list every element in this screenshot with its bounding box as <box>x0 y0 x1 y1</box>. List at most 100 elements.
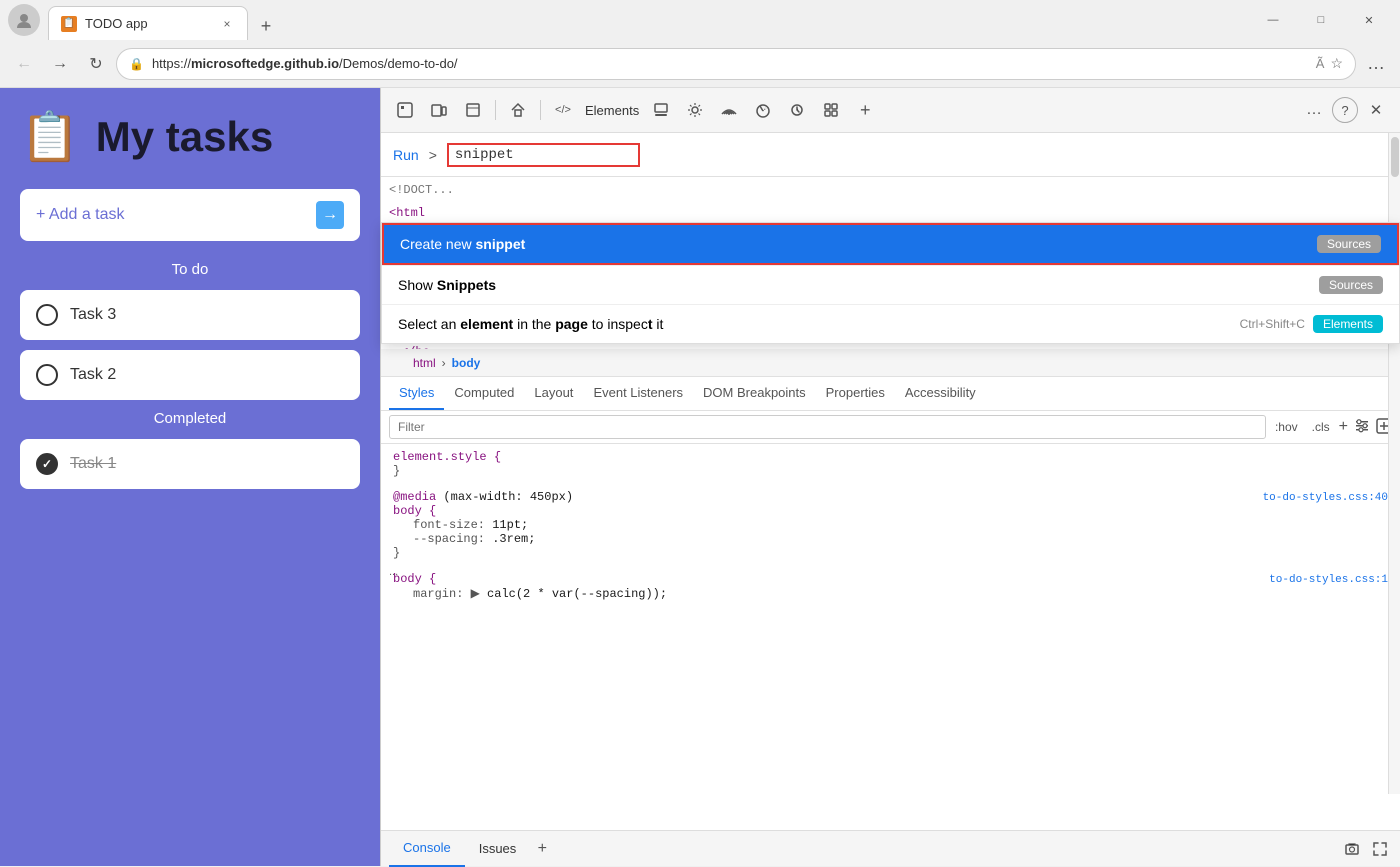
browser-tab-active[interactable]: 📋 TODO app × <box>48 6 248 40</box>
application-button[interactable] <box>815 94 847 126</box>
styles-area: ... html › body Styles Computed Layout E… <box>381 349 1400 794</box>
todo-app-title: My tasks <box>96 113 273 161</box>
computed-tab[interactable]: Computed <box>444 377 524 410</box>
breadcrumb-body[interactable]: body <box>452 356 481 370</box>
run-prompt: > <box>429 147 437 163</box>
css-triangle[interactable]: ▶ <box>471 587 487 601</box>
inspect-element-button[interactable] <box>389 94 421 126</box>
performance-button[interactable] <box>747 94 779 126</box>
forward-button[interactable]: → <box>44 48 76 80</box>
elements-tab-label[interactable]: Elements <box>581 103 643 118</box>
breadcrumb-html[interactable]: html <box>413 356 436 370</box>
todo-app-icon: 📋 <box>20 108 80 165</box>
elements-panel-button[interactable] <box>457 94 489 126</box>
address-bar[interactable]: 🔒 https://microsoftedge.github.io/Demos/… <box>116 48 1356 80</box>
new-tab-button[interactable]: + <box>252 12 280 40</box>
reload-button[interactable]: ↻ <box>80 48 112 80</box>
autocomplete-sources-badge-2: Sources <box>1319 276 1383 294</box>
css-link-2[interactable]: to-do-styles.css:1 <box>1269 574 1388 586</box>
filter-input[interactable] <box>389 415 1266 439</box>
styles-tab[interactable]: Styles <box>389 377 444 410</box>
profile-avatar[interactable] <box>8 4 40 36</box>
autocomplete-item-label: Create new snippet <box>400 236 1317 252</box>
hov-button[interactable]: :hov <box>1270 418 1303 436</box>
css-rules-area: element.style { } to-do-styles.css:40 @m… <box>381 444 1400 794</box>
tab-close-button[interactable]: × <box>219 16 235 32</box>
bottom-right-icons <box>1340 837 1392 861</box>
task-checkbox[interactable] <box>36 364 58 386</box>
maximize-button[interactable]: □ <box>1298 4 1344 36</box>
url-text: https://microsoftedge.github.io/Demos/de… <box>152 56 1308 71</box>
bottom-bar: Console Issues + <box>381 830 1400 866</box>
css-close-brace-2: } <box>393 546 400 560</box>
item-text-element: element <box>460 316 513 332</box>
devtools-more-button[interactable]: … <box>1298 94 1330 126</box>
css-link-1[interactable]: to-do-styles.css:40 <box>1263 492 1388 504</box>
device-emulation-button[interactable] <box>423 94 455 126</box>
run-button[interactable]: Run <box>393 147 419 163</box>
issues-bottom-tab[interactable]: Issues <box>465 831 531 867</box>
item-text-before: Create new <box>400 236 475 252</box>
elements-tab-button[interactable]: </> <box>547 94 579 126</box>
task-item[interactable]: Task 2 <box>20 350 360 400</box>
favorite-icon[interactable]: ☆ <box>1330 55 1343 72</box>
dom-breakpoints-tab[interactable]: DOM Breakpoints <box>693 377 816 410</box>
styles-panel-tabs: Styles Computed Layout Event Listeners D… <box>381 377 1400 411</box>
autocomplete-item-select-element[interactable]: Select an element in the page to inspect… <box>382 304 1399 343</box>
layout-tab[interactable]: Layout <box>524 377 583 410</box>
event-listeners-tab[interactable]: Event Listeners <box>583 377 693 410</box>
autocomplete-elements-badge: Elements <box>1313 315 1383 333</box>
add-task-button[interactable]: + Add a task → <box>20 189 360 241</box>
extensions-icon[interactable]: … <box>1360 48 1392 80</box>
html-doctype-line: <!DOCT... <box>381 179 1400 202</box>
devtools-right-actions: … ? ✕ <box>1298 94 1392 126</box>
todo-app: 📋 My tasks + Add a task → To do Task 3 T… <box>0 88 380 866</box>
autocomplete-item-show-snippets[interactable]: Show Snippets Sources <box>382 265 1399 304</box>
css-selector-element: element.style { <box>393 450 501 464</box>
css-close-brace: } <box>393 464 400 478</box>
item-text-t: t <box>648 316 653 332</box>
minimize-button[interactable]: — <box>1250 4 1296 36</box>
home-button[interactable] <box>502 94 534 126</box>
fullscreen-button[interactable] <box>1368 837 1392 861</box>
scrollbar-thumb[interactable] <box>1391 137 1399 177</box>
breadcrumb-bar: ... html › body <box>381 349 1400 377</box>
autocomplete-item-create-snippet[interactable]: Create new snippet Sources <box>382 223 1399 265</box>
devtools-help-button[interactable]: ? <box>1332 97 1358 123</box>
close-button[interactable]: ✕ <box>1346 4 1392 36</box>
screenshot-button[interactable] <box>1340 837 1364 861</box>
cls-button[interactable]: .cls <box>1307 418 1335 436</box>
add-style-button[interactable]: + <box>1339 418 1348 436</box>
task-item-completed[interactable]: Task 1 <box>20 439 360 489</box>
network-button[interactable] <box>713 94 745 126</box>
console-run-area: Run > <box>381 133 1400 177</box>
properties-tab[interactable]: Properties <box>816 377 895 410</box>
task-label-completed: Task 1 <box>70 455 116 473</box>
css-body-selector: body { <box>393 504 436 518</box>
memory-button[interactable] <box>781 94 813 126</box>
css-margin-val: calc(2 * var(--spacing)); <box>487 587 667 601</box>
task-checkbox-completed[interactable] <box>36 453 58 475</box>
completed-section-label: Completed <box>20 410 360 427</box>
title-bar: 📋 TODO app × + — □ ✕ <box>0 0 1400 40</box>
sources-button[interactable] <box>679 94 711 126</box>
task-item[interactable]: Task 3 <box>20 290 360 340</box>
dots-menu[interactable]: ... <box>389 566 398 578</box>
console-input[interactable] <box>447 143 640 167</box>
todo-header: 📋 My tasks <box>20 108 360 165</box>
devtools-close-button[interactable]: ✕ <box>1360 94 1392 126</box>
console-bottom-tab[interactable]: Console <box>389 831 465 867</box>
style-options-button[interactable] <box>1354 418 1370 437</box>
address-bar-icons: Ã ☆ <box>1316 55 1343 72</box>
accessibility-tab[interactable]: Accessibility <box>895 377 986 410</box>
task-checkbox[interactable] <box>36 304 58 326</box>
css-font-size-val: 11pt; <box>492 518 528 532</box>
read-aloud-icon[interactable]: Ã <box>1316 56 1325 71</box>
add-tab-button[interactable]: + <box>530 837 554 861</box>
add-panel-button[interactable]: + <box>849 94 881 126</box>
devtools-panel: </> Elements <box>380 88 1400 866</box>
console-drawer-button[interactable] <box>645 94 677 126</box>
autocomplete-item-label-2: Show Snippets <box>398 277 1319 293</box>
back-button[interactable]: ← <box>8 48 40 80</box>
lock-icon: 🔒 <box>129 57 144 71</box>
